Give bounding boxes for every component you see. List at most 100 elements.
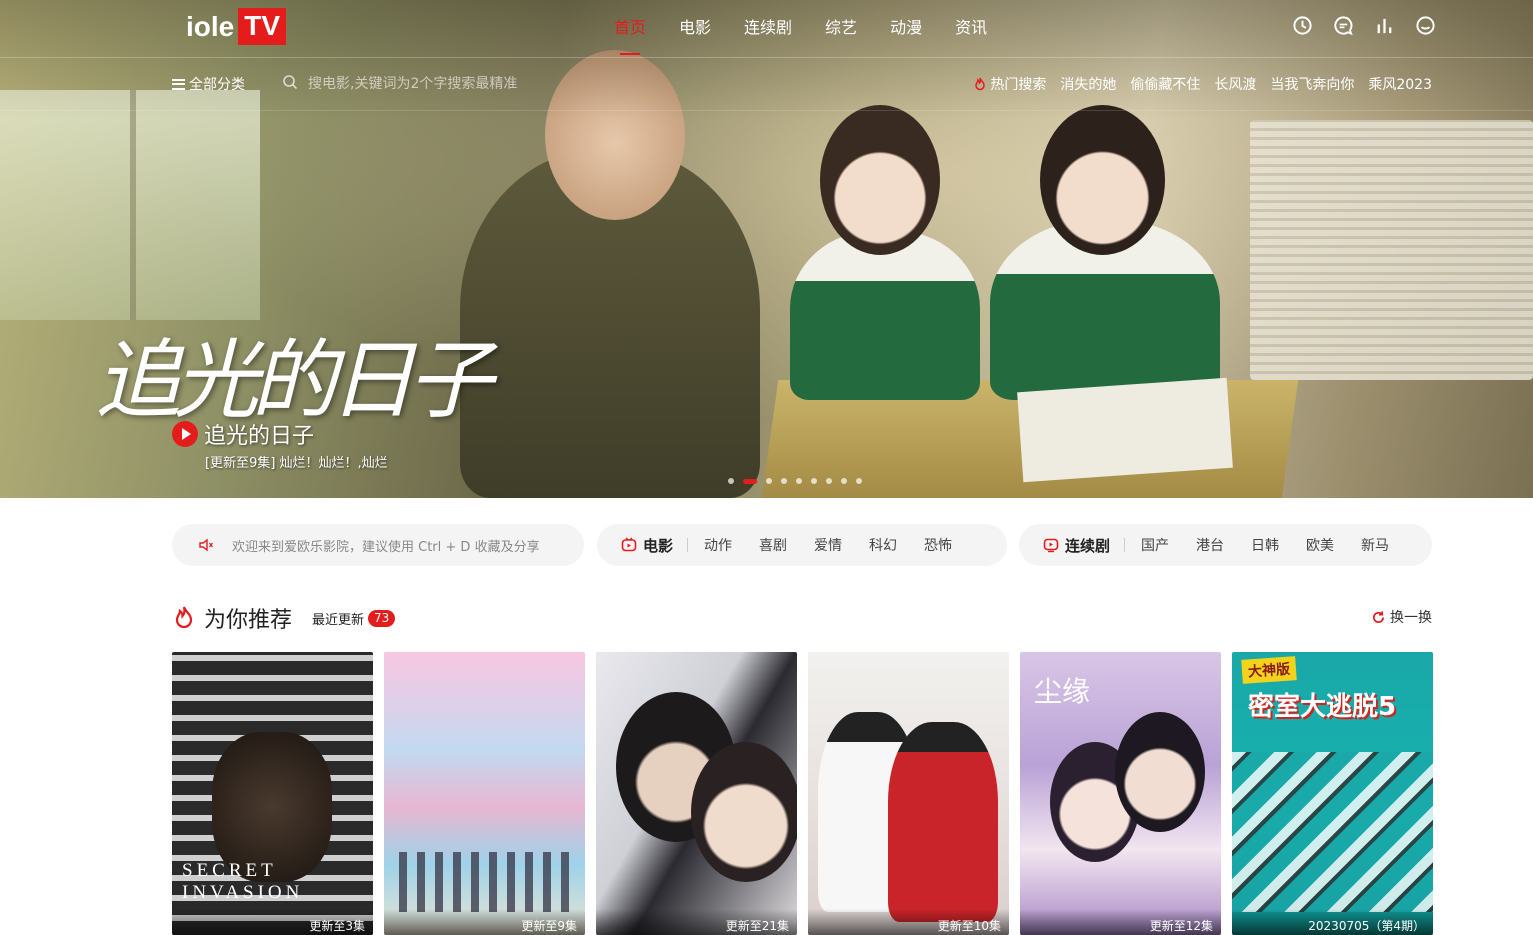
- hero-subtitle: [更新至9集] 灿烂！灿烂！,灿烂: [205, 456, 388, 471]
- poster-title: 尘缘: [1034, 675, 1091, 708]
- hero-figure-girl-head: [820, 105, 940, 255]
- play-icon[interactable]: [172, 421, 198, 447]
- movie-genre-link[interactable]: 喜剧: [759, 535, 787, 555]
- tv-icon: [621, 537, 637, 552]
- nav-home[interactable]: 首页: [614, 14, 646, 55]
- hot-search-item[interactable]: 乘风2023: [1368, 74, 1432, 94]
- series-category-link[interactable]: 连续剧: [1043, 535, 1110, 556]
- notice-bar: 欢迎来到爱欧乐影院，建议使用 Ctrl + D 收藏及分享: [172, 524, 584, 566]
- recommend-header: 为你推荐 最近更新 73: [172, 602, 396, 634]
- card-caption: 更新至21集: [596, 909, 797, 935]
- logo-badge[interactable]: TV: [238, 8, 287, 45]
- nav-anime[interactable]: 动漫: [890, 14, 922, 38]
- carousel-dot[interactable]: [856, 478, 862, 484]
- tv-play-icon: [1043, 538, 1059, 553]
- poster-art: [399, 852, 569, 912]
- search-bar[interactable]: [282, 72, 582, 96]
- poster-art: [888, 722, 998, 922]
- series-region-link[interactable]: 新马: [1361, 535, 1389, 555]
- hot-search-item[interactable]: 偷偷藏不住: [1130, 74, 1200, 94]
- hero-figure-boy-head: [1040, 105, 1165, 255]
- hero-title[interactable]: 追光的日子: [204, 418, 314, 450]
- poster-title: 密室大逃脱5: [1248, 692, 1397, 722]
- hero-title-link[interactable]: 追光的日子: [172, 418, 314, 450]
- site-logo[interactable]: iole TV: [186, 8, 287, 45]
- carousel-dot[interactable]: [781, 478, 787, 484]
- series-region-link[interactable]: 欧美: [1306, 535, 1334, 555]
- carousel-dot[interactable]: [841, 478, 847, 484]
- carousel-dot[interactable]: [796, 478, 802, 484]
- top-nav: 首页 电影 连续剧 综艺 动漫 资讯: [614, 14, 987, 55]
- series-region-link[interactable]: 国产: [1141, 535, 1169, 555]
- hot-search-label: 热门搜索: [973, 74, 1046, 94]
- card-caption: 更新至9集: [384, 909, 585, 935]
- video-card[interactable]: 更新至9集: [384, 652, 585, 935]
- hot-search: 热门搜索 消失的她 偷偷藏不住 长风渡 当我飞奔向你 乘风2023: [973, 74, 1432, 94]
- refresh-button[interactable]: 换一换: [1371, 607, 1432, 627]
- hero-figure-girl: [790, 230, 980, 400]
- movie-category-bar: 电影 动作 喜剧 爱情 科幻 恐怖: [597, 524, 1007, 566]
- movie-genre-link[interactable]: 科幻: [869, 535, 897, 555]
- video-card[interactable]: 更新至10集: [808, 652, 1009, 935]
- poster-art: [1115, 712, 1205, 832]
- card-caption: 更新至12集: [1020, 909, 1221, 935]
- carousel-dots[interactable]: [728, 478, 862, 484]
- movie-genre-link[interactable]: 恐怖: [924, 535, 952, 555]
- logo-text[interactable]: iole: [186, 11, 234, 43]
- poster-tag: 大神版: [1241, 656, 1297, 684]
- video-card[interactable]: 大神版 密室大逃脱5 20230705（第4期）: [1232, 652, 1433, 935]
- menu-icon: [172, 78, 185, 90]
- fire-icon: [175, 606, 193, 629]
- nav-series[interactable]: 连续剧: [744, 14, 792, 38]
- movie-genre-link[interactable]: 爱情: [814, 535, 842, 555]
- subnav-divider: [0, 110, 1533, 111]
- card-caption: 更新至3集: [172, 909, 373, 935]
- nav-news[interactable]: 资讯: [955, 14, 987, 38]
- search-input[interactable]: [308, 76, 568, 92]
- carousel-dot[interactable]: [811, 478, 817, 484]
- divider: [687, 538, 689, 552]
- series-region-link[interactable]: 港台: [1196, 535, 1224, 555]
- all-categories-button[interactable]: 全部分类: [172, 74, 245, 94]
- movie-category-link[interactable]: 电影: [621, 535, 673, 556]
- refresh-label[interactable]: 换一换: [1390, 607, 1432, 627]
- smile-icon[interactable]: [1415, 15, 1436, 36]
- hot-search-item[interactable]: 消失的她: [1060, 74, 1116, 94]
- recommend-title: 为你推荐: [204, 608, 293, 633]
- movie-genre-link[interactable]: 动作: [704, 535, 732, 555]
- poster-title: SECRET INVASION: [182, 860, 304, 903]
- hero-bg-window: [0, 90, 260, 320]
- card-caption: 更新至10集: [808, 909, 1009, 935]
- notice-text: 欢迎来到爱欧乐影院，建议使用 Ctrl + D 收藏及分享: [232, 539, 540, 555]
- fire-icon: [975, 77, 986, 91]
- search-icon[interactable]: [282, 74, 298, 94]
- carousel-dot[interactable]: [766, 478, 772, 484]
- carousel-dot[interactable]: [826, 478, 832, 484]
- header-divider: [0, 57, 1533, 58]
- series-category-label[interactable]: 连续剧: [1065, 535, 1110, 556]
- hero-bg-books: [1250, 120, 1533, 380]
- card-caption: 20230705（第4期）: [1232, 909, 1433, 935]
- hot-search-item[interactable]: 当我飞奔向你: [1270, 74, 1354, 94]
- nav-movies[interactable]: 电影: [679, 14, 711, 38]
- divider: [1124, 538, 1126, 552]
- series-category-bar: 连续剧 国产 港台 日韩 欧美 新马: [1019, 524, 1432, 566]
- movie-category-label[interactable]: 电影: [643, 535, 673, 556]
- chart-icon[interactable]: [1374, 15, 1395, 36]
- carousel-dot[interactable]: [743, 478, 757, 484]
- video-card[interactable]: SECRET INVASION 更新至3集: [172, 652, 373, 935]
- recent-count-badge: 73: [368, 609, 396, 627]
- nav-variety[interactable]: 综艺: [825, 14, 857, 38]
- clock-icon[interactable]: [1292, 15, 1313, 36]
- recent-updates[interactable]: 最近更新 73: [312, 609, 396, 628]
- carousel-dot[interactable]: [728, 478, 734, 484]
- video-card[interactable]: 尘缘 更新至12集: [1020, 652, 1221, 935]
- series-region-link[interactable]: 日韩: [1251, 535, 1279, 555]
- message-icon[interactable]: [1333, 15, 1354, 36]
- poster-art: [1232, 752, 1433, 912]
- hero-bg-paper: [1017, 377, 1233, 483]
- refresh-icon: [1373, 610, 1385, 623]
- video-card[interactable]: 更新至21集: [596, 652, 797, 935]
- hot-search-item[interactable]: 长风渡: [1214, 74, 1256, 94]
- recent-updates-label[interactable]: 最近更新: [312, 609, 364, 628]
